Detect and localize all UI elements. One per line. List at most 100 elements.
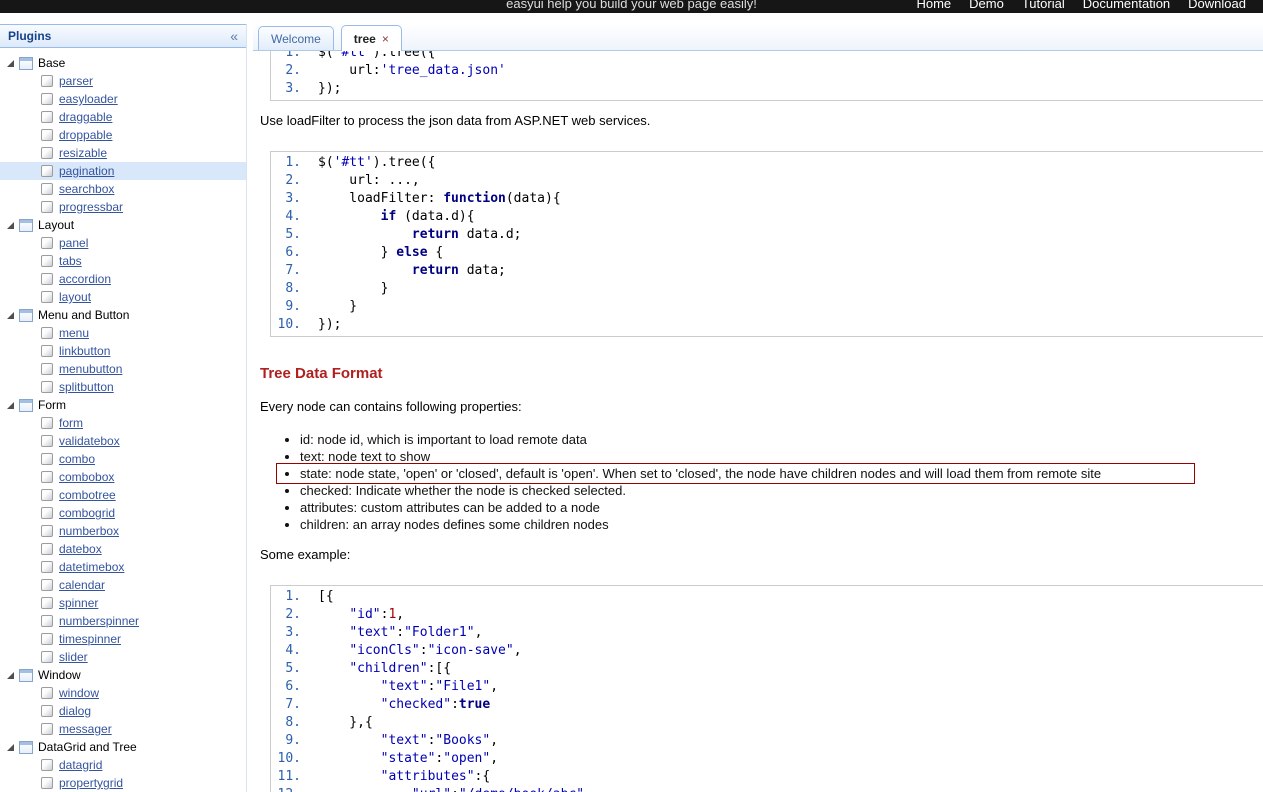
line-number: 5. [285,227,301,242]
tree-item-progressbar[interactable]: progressbar [0,198,246,216]
tree-item-combotree[interactable]: combotree [0,486,246,504]
plugin-icon [41,723,53,735]
tree-item-datetimebox[interactable]: datetimebox [0,558,246,576]
tree-group-form[interactable]: Form [0,396,246,414]
tree-item-parser[interactable]: parser [0,72,246,90]
code-line: 3. "text":"Folder1", [271,624,1263,642]
tree-item-form[interactable]: form [0,414,246,432]
tree-item-validatebox[interactable]: validatebox [0,432,246,450]
tree-group-datagrid-and-tree[interactable]: DataGrid and Tree [0,738,246,756]
nav-tutorial[interactable]: Tutorial [1022,0,1065,13]
plugin-icon [41,597,53,609]
code-text: "iconCls":"icon-save", [349,643,522,658]
tree-item-droppable[interactable]: droppable [0,126,246,144]
code-line: 4. "iconCls":"icon-save", [271,642,1263,660]
tree-item-pagination[interactable]: pagination [0,162,246,180]
code-text: "checked":true [380,697,491,712]
folder-icon [19,56,33,70]
content-panel: 1. $('#tt').tree({2. url:'tree_data.json'… [253,51,1263,792]
tree-item-linkbutton[interactable]: linkbutton [0,342,246,360]
property-item: checked: Indicate whether the node is ch… [300,482,1263,499]
plugin-icon [41,381,53,393]
tree-item-combobox[interactable]: combobox [0,468,246,486]
nav-download[interactable]: Download [1188,0,1246,13]
tree-item-datebox[interactable]: datebox [0,540,246,558]
tree-item-spinner[interactable]: spinner [0,594,246,612]
tree-item-splitbutton[interactable]: splitbutton [0,378,246,396]
plugin-icon [41,759,53,771]
tree-item-label: panel [59,236,89,250]
tree-item-messager[interactable]: messager [0,720,246,738]
tree-item-searchbox[interactable]: searchbox [0,180,246,198]
plugin-icon [41,237,53,249]
code-text: },{ [318,715,373,730]
plugin-icon [41,273,53,285]
expand-arrow-icon[interactable] [7,743,14,751]
tree-item-menubutton[interactable]: menubutton [0,360,246,378]
line-number: 4. [285,209,301,224]
tree-item-label: validatebox [59,434,120,448]
tree-item-window[interactable]: window [0,684,246,702]
tree-item-numberspinner[interactable]: numberspinner [0,612,246,630]
tree-item-datagrid[interactable]: datagrid [0,756,246,774]
tree-group-layout[interactable]: Layout [0,216,246,234]
tree-item-dialog[interactable]: dialog [0,702,246,720]
line-number: 2. [285,173,301,188]
code-line: 1. [{ [271,588,1263,606]
nav-documentation[interactable]: Documentation [1083,0,1170,13]
tree-item-numberbox[interactable]: numberbox [0,522,246,540]
tree-item-propertygrid[interactable]: propertygrid [0,774,246,792]
sidebar: Plugins « Base parser easyloader draggable d… [0,24,247,792]
plugin-icon [41,255,53,267]
plugin-icon [41,291,53,303]
tree-item-timespinner[interactable]: timespinner [0,630,246,648]
tree-item-combogrid[interactable]: combogrid [0,504,246,522]
tree-item-calendar[interactable]: calendar [0,576,246,594]
folder-icon [19,218,33,232]
tree-item-label: layout [59,290,92,304]
tree-item-draggable[interactable]: draggable [0,108,246,126]
code-line: 12. "url":"/demo/book/abc", [271,786,1263,792]
tree-group-menu-and-button[interactable]: Menu and Button [0,306,246,324]
plugin-icon [41,525,53,537]
line-number: 1. [285,589,301,604]
tree-item-panel[interactable]: panel [0,234,246,252]
tree-item-tabs[interactable]: tabs [0,252,246,270]
easyui-documentation-page: easyui help you build your web page easi… [0,0,1263,792]
plugin-icon [41,93,53,105]
tree-item-menu[interactable]: menu [0,324,246,342]
close-icon[interactable]: × [382,32,389,46]
tab-tree[interactable]: tree × [340,25,402,51]
sidebar-title: Plugins [8,29,52,43]
line-number: 1. [285,155,301,170]
expand-arrow-icon[interactable] [7,401,14,409]
collapse-panel-icon[interactable]: « [230,29,238,43]
tree-item-slider[interactable]: slider [0,648,246,666]
line-number: 3. [285,191,301,206]
tree-group-base[interactable]: Base [0,54,246,72]
line-number: 10. [277,751,301,766]
tree-item-accordion[interactable]: accordion [0,270,246,288]
code-line: 7. "checked":true [271,696,1263,714]
tree-item-resizable[interactable]: resizable [0,144,246,162]
tree-item-label: parser [59,74,94,88]
tab-welcome[interactable]: Welcome [258,26,334,50]
tree-item-easyloader[interactable]: easyloader [0,90,246,108]
tree-item-combo[interactable]: combo [0,450,246,468]
tree-item-layout[interactable]: layout [0,288,246,306]
nav-demo[interactable]: Demo [969,0,1004,13]
nav-home[interactable]: Home [916,0,951,13]
line-number: 6. [285,245,301,260]
expand-arrow-icon[interactable] [7,59,14,67]
topbar-inner: easyui help you build your web page easi… [0,0,1263,13]
plugin-icon [41,435,53,447]
tree-item-label: linkbutton [59,344,111,358]
code-text: "id":1, [349,607,405,622]
expand-arrow-icon[interactable] [7,311,14,319]
expand-arrow-icon[interactable] [7,221,14,229]
code-text: return data; [411,263,506,278]
expand-arrow-icon[interactable] [7,671,14,679]
code-line: 2. "id":1, [271,606,1263,624]
plugin-icon [41,651,53,663]
tree-group-window[interactable]: Window [0,666,246,684]
